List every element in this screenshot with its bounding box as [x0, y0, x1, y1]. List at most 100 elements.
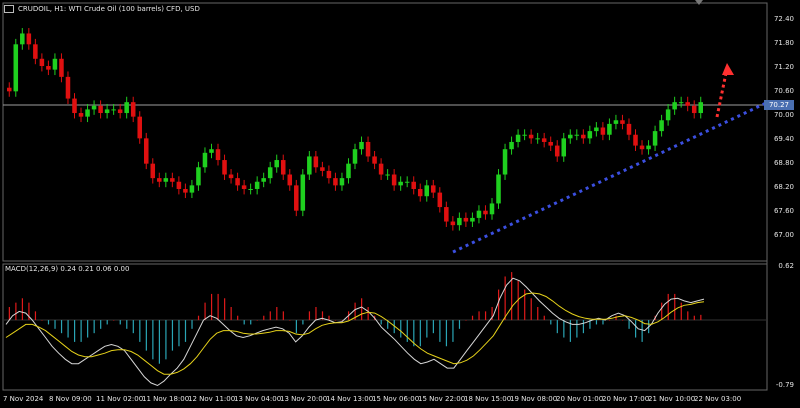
candle-body [541, 138, 547, 142]
macd-histogram-bar [132, 320, 134, 334]
current-price-marker: 70.27 [764, 100, 794, 110]
candle-body [359, 141, 364, 150]
macd-histogram-bar [289, 320, 291, 321]
time-tick: 22 Nov 03:00 [694, 395, 742, 403]
macd-histogram-bar [256, 320, 258, 321]
macd-histogram-bar [406, 320, 408, 342]
macd-histogram-bar [41, 320, 43, 321]
macd-histogram-bar [250, 320, 252, 325]
macd-histogram-bar [543, 315, 545, 321]
macd-histogram-bar [419, 320, 421, 347]
candle-body [287, 174, 293, 186]
candle-body [241, 185, 247, 189]
candle-body [437, 192, 443, 208]
candle-body [685, 102, 690, 106]
price-tick: 67.00 [773, 231, 794, 239]
macd-histogram-bar [661, 302, 663, 321]
candle-body [581, 134, 586, 139]
candle-body [522, 134, 527, 136]
macd-scale-bottom: -0.79 [775, 381, 794, 389]
candle-body [183, 188, 188, 193]
candle-body [639, 145, 645, 150]
candle-body [646, 145, 651, 150]
chart-canvas[interactable] [0, 0, 800, 408]
candle-body [339, 178, 345, 186]
macd-histogram-bar [367, 307, 369, 321]
macd-histogram-bar [67, 320, 69, 338]
macd-histogram-bar [700, 314, 702, 321]
candle-body [691, 105, 697, 114]
projection-arrow-head [722, 63, 734, 75]
macd-histogram-bar [263, 315, 265, 321]
candle-body [568, 134, 573, 139]
candle-body [515, 134, 521, 142]
macd-histogram-bar [178, 320, 180, 347]
candle-body [170, 178, 175, 182]
macd-histogram-bar [54, 320, 56, 329]
time-tick: 20 Nov 17:00 [602, 395, 650, 403]
candle-body [313, 156, 319, 168]
candle-body [7, 87, 12, 92]
candle-body [46, 66, 51, 70]
macd-histogram-bar [445, 320, 448, 347]
chart-window-icon[interactable] [4, 5, 14, 13]
macd-histogram-bar [73, 320, 76, 342]
macd-histogram-bar [139, 320, 141, 342]
macd-histogram-bar [615, 315, 617, 321]
candle-body [59, 58, 64, 77]
macd-histogram-bar [556, 320, 558, 334]
candle-body [294, 185, 299, 211]
candle-body [202, 152, 208, 168]
macd-histogram-bar [504, 276, 506, 321]
macd-histogram-bar [119, 320, 121, 325]
candle-body [391, 174, 397, 186]
candle-body [20, 33, 25, 45]
candle-body [411, 181, 416, 189]
candle-body [528, 134, 534, 139]
chart-shift-marker-icon[interactable] [695, 0, 703, 5]
candlestick-series [7, 28, 703, 231]
candle-body [72, 98, 77, 114]
candle-body [346, 163, 351, 179]
macd-histogram-bar [635, 320, 637, 338]
candle-body [91, 105, 97, 110]
macd-histogram-bar [282, 311, 284, 321]
price-tick: 68.20 [773, 183, 794, 191]
macd-histogram-bar [237, 315, 239, 321]
candle-body [124, 102, 129, 114]
macd-histogram-bar [478, 311, 480, 321]
macd-histogram-bar [608, 320, 611, 321]
price-pane[interactable] [2, 2, 768, 262]
candle-body [111, 109, 116, 111]
macd-pane[interactable] [2, 263, 768, 391]
candle-body [561, 138, 567, 157]
macd-scale-top: 0.62 [778, 262, 794, 270]
time-tick: 12 Nov 11:00 [188, 395, 236, 403]
candle-body [157, 178, 162, 182]
projection-arrow-line [715, 72, 728, 118]
macd-histogram-bar [295, 320, 297, 334]
macd-histogram-bar [621, 320, 624, 321]
candle-body [444, 207, 449, 222]
macd-histogram-bar [550, 320, 552, 325]
time-tick: 15 Nov 22:00 [418, 395, 466, 403]
candle-body [489, 203, 495, 215]
macd-histogram-bar [452, 320, 454, 342]
macd-histogram-bar [165, 320, 167, 360]
macd-histogram-bar [204, 302, 206, 321]
candle-body [267, 167, 273, 179]
macd-histogram-bar [465, 320, 467, 321]
macd-histogram-bar [230, 307, 232, 321]
price-tick: 72.40 [773, 15, 794, 23]
candle-body [431, 185, 436, 193]
candle-body [222, 160, 227, 175]
candle-body [372, 156, 377, 164]
candle-body [150, 163, 156, 179]
macd-histogram-bar [93, 320, 95, 334]
macd-indicator [5, 272, 705, 387]
candle-body [626, 123, 632, 135]
macd-histogram-bar [191, 320, 193, 329]
candle-body [235, 178, 240, 186]
macd-histogram-bar [243, 320, 245, 325]
macd-histogram-bar [171, 320, 174, 351]
